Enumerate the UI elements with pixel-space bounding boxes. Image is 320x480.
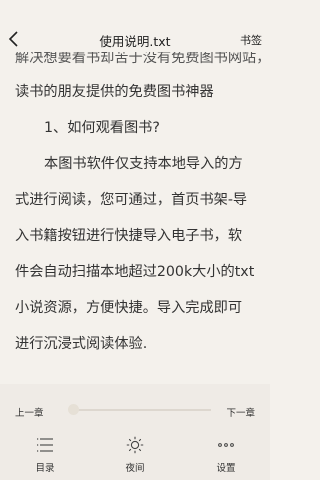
text-line: 进行沉浸式阅读体验.	[15, 336, 148, 352]
section-heading: 1、如何观看图书?	[44, 120, 160, 136]
reader-control-panel: 上一章 下一章 目录 夜间 设置	[0, 384, 270, 480]
text-line: 式进行阅读，您可通过，首页书架-导	[15, 192, 248, 208]
text-line: 本图书软件仅支持本地导入的方	[44, 156, 243, 172]
menu-list-icon	[15, 436, 75, 454]
more-dots-icon	[196, 436, 256, 454]
next-chapter-button[interactable]: 下一章	[226, 405, 255, 419]
text-line: 件会自动扫描本地超过200k大小的txt	[15, 264, 255, 280]
toc-button[interactable]: 目录	[15, 436, 75, 474]
chapter-progress-slider[interactable]	[68, 404, 211, 415]
reading-area[interactable]: 解决想要看书却苦于没有免费图书网站，本软件是专门为想要 读书的朋友提供的免费图书…	[0, 44, 270, 384]
night-mode-button[interactable]: 夜间	[105, 436, 165, 474]
night-mode-label: 夜间	[125, 463, 145, 474]
page-title: 使用说明.txt	[99, 34, 171, 49]
top-bar: 使用说明.txt 书签	[0, 0, 270, 52]
sun-icon	[105, 436, 165, 454]
text-line: 小说资源，方便快捷。导入完成即可	[15, 300, 243, 316]
toc-label: 目录	[35, 463, 55, 474]
text-line: 入书籍按钮进行快捷导入电子书，软	[15, 228, 243, 244]
settings-button[interactable]: 设置	[196, 436, 256, 474]
settings-label: 设置	[216, 463, 236, 474]
bookmark-button[interactable]: 书签	[240, 32, 262, 48]
text-line: 读书的朋友提供的免费图书神器	[15, 84, 214, 100]
slider-thumb[interactable]	[68, 404, 79, 415]
prev-chapter-button[interactable]: 上一章	[15, 405, 44, 419]
